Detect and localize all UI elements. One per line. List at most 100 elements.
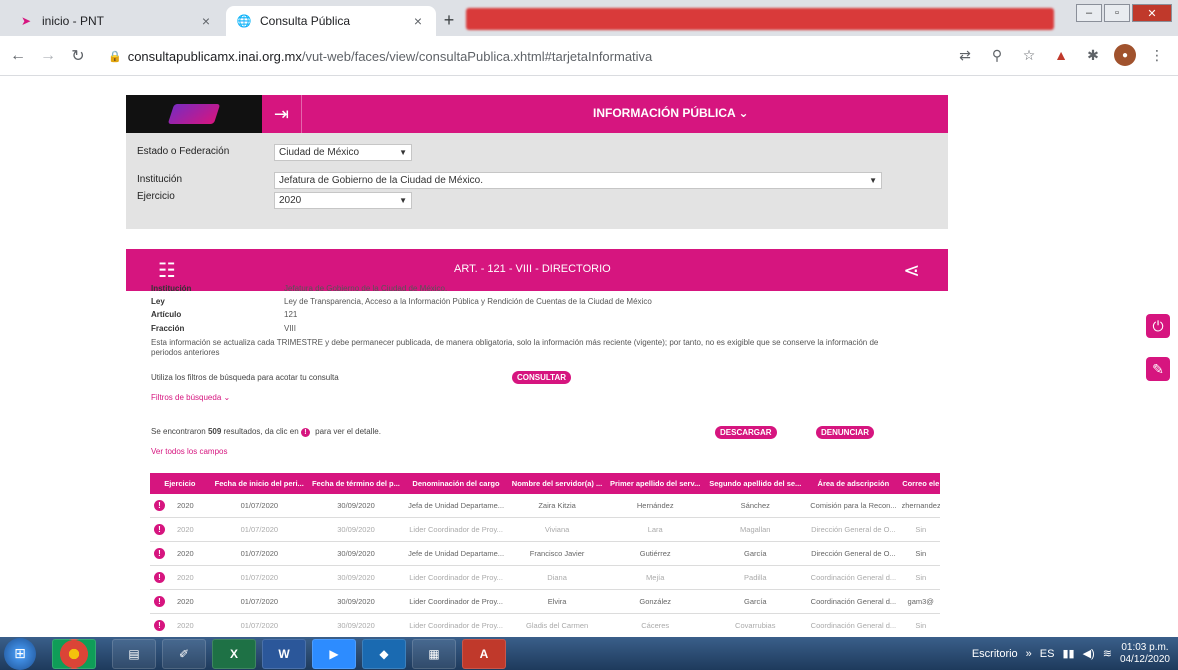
browser-tab-strip: ➤ inicio - PNT × 🌐 Consulta Pública × + …	[0, 0, 1178, 36]
table-cell: Sánchez	[740, 501, 770, 510]
table-cell: Sin	[915, 621, 927, 630]
pnt-favicon-icon: ➤	[20, 14, 32, 28]
filters-panel: Estado o Federación Ciudad de México ▼ In…	[126, 133, 948, 229]
extensions-puzzle-icon[interactable]: ✱	[1082, 44, 1104, 66]
col-fecha-inicio[interactable]: Fecha de inicio del peri...	[210, 473, 309, 494]
results-end: para ver el detalle.	[312, 427, 381, 436]
consultar-button[interactable]: CONSULTAR	[512, 371, 572, 384]
paint-icon[interactable]: ✐	[162, 638, 206, 669]
descargar-button[interactable]: DESCARGAR	[715, 426, 777, 439]
col-nombre[interactable]: Nombre del servidor(a) ...	[509, 473, 605, 494]
clock[interactable]: 01:03 p.m. 04/12/2020	[1120, 642, 1170, 666]
info-icon: !	[300, 428, 310, 437]
media-app-icon[interactable]: ◆	[362, 638, 406, 669]
table-cell: Dirección General de O...	[811, 549, 896, 558]
ver-todos-campos-link[interactable]: Ver todos los campos	[151, 447, 227, 456]
pdf-extension-icon[interactable]: ▲	[1050, 44, 1072, 66]
tab-inicio-pnt[interactable]: ➤ inicio - PNT ×	[8, 6, 224, 36]
row-detail-icon[interactable]: !	[154, 548, 165, 559]
tab-consulta-publica[interactable]: 🌐 Consulta Pública ×	[226, 6, 436, 36]
page-content: ⇥ INFORMACIÓN PÚBLICA ⌄ Estado o Federac…	[0, 77, 1178, 638]
table-cell-text: 2020	[177, 501, 194, 510]
table-row[interactable]: ! 2020 01/07/2020 30/09/2020 Lider Coordinad…	[150, 614, 940, 638]
new-tab-button[interactable]: +	[436, 8, 462, 32]
table-cell: Lider Coordinador de Proy...	[409, 525, 503, 534]
article-bar: ☷ ART. - 121 - VIII - DIRECTORIO ⋖	[126, 249, 948, 291]
tools-icon[interactable]: ✎	[1146, 357, 1170, 381]
start-button-icon[interactable]: ⊞	[4, 637, 36, 670]
chrome-app-icon[interactable]	[52, 638, 96, 669]
col-fecha-termino[interactable]: Fecha de término del p...	[309, 473, 403, 494]
header-bar: ⇥ INFORMACIÓN PÚBLICA ⌄	[262, 95, 948, 133]
col-segundo-apellido[interactable]: Segundo apellido del se...	[705, 473, 805, 494]
col-area-adscripcion[interactable]: Área de adscripción	[805, 473, 901, 494]
acrobat-icon[interactable]: A	[462, 638, 506, 669]
table-cell: gam3@	[907, 597, 934, 606]
info-fraccion-key: Fracción	[151, 324, 185, 333]
col-correo[interactable]: Correo ele	[902, 473, 940, 494]
filtros-busqueda-link[interactable]: Filtros de búsqueda ⌄	[151, 393, 230, 402]
clock-time: 01:03 p.m.	[1121, 641, 1169, 653]
row-detail-icon[interactable]: !	[154, 620, 165, 631]
bookmark-star-icon[interactable]: ☆	[1018, 44, 1040, 66]
language-indicator[interactable]: ES	[1040, 648, 1055, 660]
institucion-select[interactable]: Jefatura de Gobierno de la Ciudad de Méx…	[274, 172, 882, 189]
word-icon[interactable]: W	[262, 638, 306, 669]
table-cell: 01/07/2020	[240, 597, 279, 606]
table-cell: 01/07/2020	[240, 621, 279, 630]
table-cell: Lider Coordinador de Proy...	[409, 621, 503, 630]
table-cell: 01/07/2020	[240, 501, 279, 510]
share-icon[interactable]: ⋖	[903, 258, 920, 283]
tab-close-icon[interactable]: ×	[410, 13, 426, 29]
col-denominacion-cargo[interactable]: Denominación del cargo	[403, 473, 509, 494]
volume-icon[interactable]: ◀)	[1083, 647, 1095, 660]
profile-avatar-icon[interactable]: ●	[1114, 44, 1136, 66]
address-bar[interactable]: 🔒 consultapublicamx.inai.org.mx/vut-web/…	[108, 44, 978, 68]
login-icon[interactable]: ⇥	[262, 95, 302, 133]
minimize-icon[interactable]: –	[1076, 4, 1102, 22]
chevron-expand-icon[interactable]: »	[1026, 648, 1032, 660]
col-ejercicio[interactable]: Ejercicio	[150, 473, 210, 494]
browser-menu-icon[interactable]: ⋮	[1146, 44, 1168, 66]
ejercicio-select[interactable]: 2020 ▼	[274, 192, 412, 209]
row-detail-icon[interactable]: !	[154, 524, 165, 535]
results-count: 509	[207, 427, 222, 436]
translate-icon[interactable]: ⇄	[954, 44, 976, 66]
tab-close-icon[interactable]: ×	[198, 13, 214, 29]
file-explorer-icon[interactable]: ▤	[112, 638, 156, 669]
zoom-app-icon[interactable]: ▶	[312, 638, 356, 669]
maximize-icon[interactable]: ▫	[1104, 4, 1130, 22]
row-detail-icon[interactable]: !	[154, 572, 165, 583]
table-header: Ejercicio Fecha de inicio del peri... Fe…	[150, 473, 940, 494]
estado-select[interactable]: Ciudad de México ▼	[274, 144, 412, 161]
table-cell-text: 2020	[177, 597, 194, 606]
excel-icon[interactable]: X	[212, 638, 256, 669]
wifi-icon[interactable]: ≋	[1103, 647, 1112, 660]
row-detail-icon[interactable]: !	[154, 500, 165, 511]
table-row[interactable]: ! 2020 01/07/2020 30/09/2020 Lider Coordinad…	[150, 590, 940, 614]
informacion-publica-menu[interactable]: INFORMACIÓN PÚBLICA ⌄	[593, 106, 749, 120]
table-row[interactable]: ! 2020 01/07/2020 30/09/2020 Jefe de Unidad …	[150, 542, 940, 566]
back-icon[interactable]: ←	[6, 44, 30, 68]
escritorio-label[interactable]: Escritorio	[972, 648, 1018, 660]
accessibility-icon[interactable]: ⏻	[1146, 314, 1170, 338]
institucion-value: Jefatura de Gobierno de la Ciudad de Méx…	[279, 175, 484, 186]
table-cell: Sin	[915, 573, 927, 582]
table-cell: Magallan	[740, 525, 771, 534]
reload-icon[interactable]: ↻	[66, 44, 90, 68]
zoom-icon[interactable]: ⚲	[986, 44, 1008, 66]
table-row[interactable]: ! 2020 01/07/2020 30/09/2020 Jefa de Unidad …	[150, 494, 940, 518]
col-primer-apellido[interactable]: Primer apellido del serv...	[605, 473, 705, 494]
calculator-icon[interactable]: ▦	[412, 638, 456, 669]
pnt-logo[interactable]	[126, 95, 262, 133]
close-window-icon[interactable]: ✕	[1132, 4, 1172, 22]
table-row[interactable]: ! 2020 01/07/2020 30/09/2020 Lider Coordinad…	[150, 566, 940, 590]
denunciar-button[interactable]: DENUNCIAR	[816, 426, 874, 439]
update-notice: Esta información se actualiza cada TRIME…	[151, 338, 879, 357]
table-row[interactable]: ! 2020 01/07/2020 30/09/2020 Lider Coordinad…	[150, 518, 940, 542]
table-cell: Padilla	[744, 573, 767, 582]
table-cell: Comisión para la Recon...	[810, 501, 897, 510]
forward-icon[interactable]: →	[36, 44, 60, 68]
row-detail-icon[interactable]: !	[154, 596, 165, 607]
network-icon[interactable]: ▮▮	[1062, 647, 1074, 660]
